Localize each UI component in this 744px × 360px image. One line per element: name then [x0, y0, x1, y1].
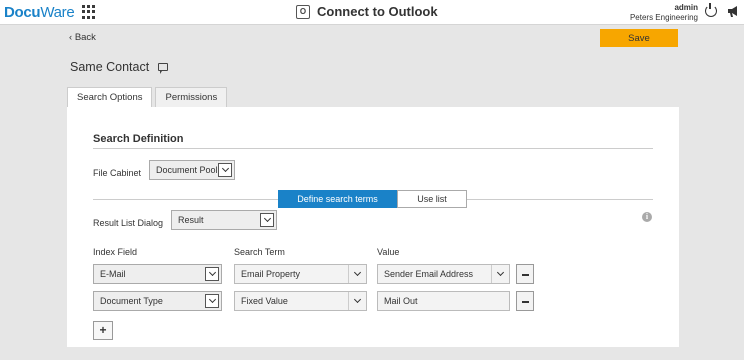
search-term-value: Fixed Value — [241, 296, 288, 306]
chevron-down-icon — [205, 294, 219, 308]
top-header: DocuWare O Connect to Outlook admin Pete… — [0, 0, 744, 25]
page-title-group: Same Contact — [70, 60, 169, 74]
tab-permissions[interactable]: Permissions — [155, 87, 228, 107]
result-list-value: Result — [178, 215, 204, 225]
tab-bar: Search Options Permissions — [67, 87, 230, 108]
remove-row-button[interactable] — [516, 291, 534, 311]
search-term-select[interactable]: Email Property — [234, 264, 367, 284]
user-name: admin — [674, 3, 698, 12]
value-text: Mail Out — [384, 296, 418, 306]
file-cabinet-label: File Cabinet — [93, 168, 142, 178]
search-options-panel: Search Definition File Cabinet Document … — [67, 107, 679, 347]
define-search-terms-button[interactable]: Define search terms — [278, 190, 397, 208]
divider-left — [93, 199, 278, 200]
search-term-select[interactable]: Fixed Value — [234, 291, 367, 311]
app-title-group: O Connect to Outlook — [296, 4, 438, 19]
save-button[interactable]: Save — [600, 29, 678, 47]
chevron-down-icon — [348, 292, 366, 310]
chevron-down-icon — [491, 265, 509, 283]
search-term-value: Email Property — [241, 269, 301, 279]
divider-right — [467, 199, 653, 200]
use-list-button[interactable]: Use list — [397, 190, 467, 208]
value-select[interactable]: Sender Email Address — [377, 264, 510, 284]
section-divider — [93, 148, 653, 149]
add-row-button[interactable]: + — [93, 321, 113, 340]
back-label: Back — [74, 32, 96, 43]
chevron-down-icon — [260, 213, 274, 227]
index-field-select[interactable]: Document Type — [93, 291, 222, 311]
organization-name: Peters Engineering — [629, 13, 698, 22]
index-field-value: Document Type — [100, 296, 163, 306]
power-icon[interactable] — [705, 3, 717, 17]
remove-row-button[interactable] — [516, 264, 534, 284]
file-cabinet-select[interactable]: Document Pool — [149, 160, 235, 180]
app-title: Connect to Outlook — [317, 4, 438, 19]
info-icon[interactable]: i — [642, 212, 652, 222]
search-mode-toggle: Define search terms Use list — [278, 190, 467, 208]
value-text: Sender Email Address — [384, 269, 474, 279]
user-info[interactable]: admin Peters Engineering — [630, 3, 698, 23]
back-link[interactable]: ‹ Back — [69, 32, 96, 43]
column-search-term: Search Term — [234, 247, 285, 257]
column-index-field: Index Field — [93, 247, 138, 257]
chevron-down-icon — [205, 267, 219, 281]
apps-grid-icon[interactable] — [82, 5, 96, 19]
comment-icon[interactable] — [158, 63, 169, 74]
section-title: Search Definition — [93, 133, 184, 145]
tab-search-options[interactable]: Search Options — [67, 87, 153, 108]
docuware-logo[interactable]: DocuWare — [4, 4, 75, 21]
megaphone-icon[interactable] — [726, 4, 740, 18]
chevron-down-icon — [348, 265, 366, 283]
index-field-value: E-Mail — [100, 269, 126, 279]
column-value: Value — [377, 247, 400, 257]
page-title: Same Contact — [70, 60, 150, 74]
chevron-down-icon — [218, 163, 232, 177]
value-input[interactable]: Mail Out — [377, 291, 510, 311]
result-list-select[interactable]: Result — [171, 210, 277, 230]
index-field-select[interactable]: E-Mail — [93, 264, 222, 284]
result-list-label: Result List Dialog — [93, 218, 164, 228]
outlook-icon: O — [296, 4, 310, 19]
file-cabinet-value: Document Pool — [156, 165, 218, 175]
